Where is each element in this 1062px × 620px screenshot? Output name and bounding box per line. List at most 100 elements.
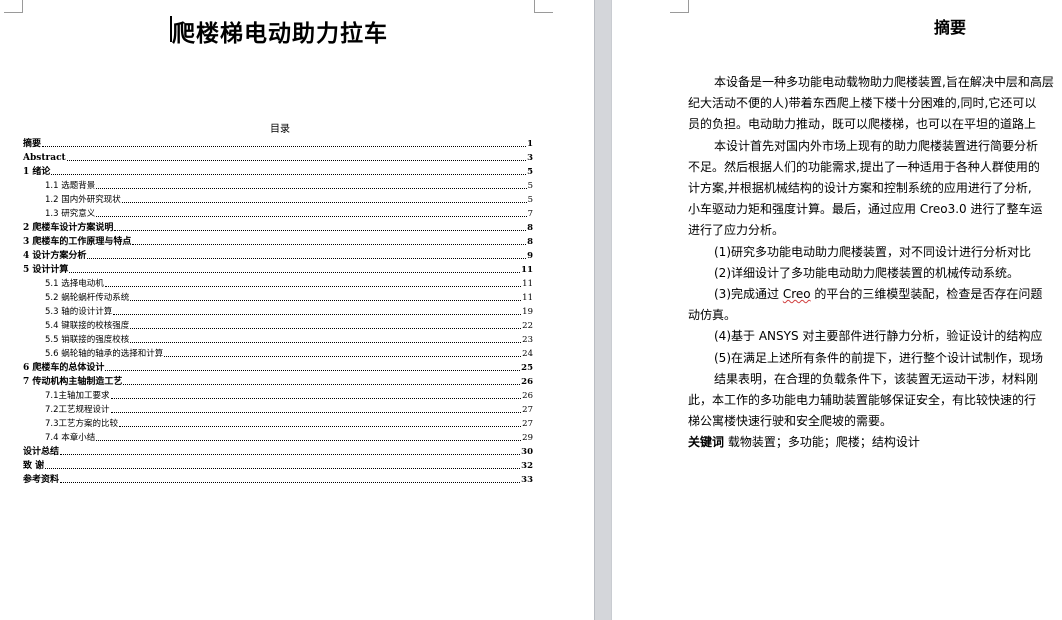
toc-entry[interactable]: 3 爬楼车的工作原理与特点 8 — [23, 235, 533, 249]
toc-entry-page: 32 — [521, 461, 533, 471]
document-title[interactable]: 爬楼梯电动助力拉车 — [0, 14, 560, 48]
toc-entry-page: 24 — [522, 349, 533, 359]
toc-entry-label: 1.3 研究意义 — [45, 209, 96, 219]
toc-entry-label: 2 爬楼车设计方案说明 — [23, 223, 114, 233]
toc-entry-page: 8 — [527, 237, 533, 247]
abstract-line: 梯公寓楼快速行驶和安全爬坡的需要。 — [688, 414, 893, 429]
abstract-line: 小车驱动力矩和强度计算。最后，通过应用 Creo3.0 进行了整车运 — [688, 202, 1043, 217]
toc-entry-page: 26 — [522, 391, 533, 401]
toc-entry[interactable]: 2 爬楼车设计方案说明 8 — [23, 221, 533, 235]
toc-entry-page: 11 — [522, 293, 533, 303]
toc-heading[interactable]: 目录 — [0, 120, 560, 135]
toc-entry[interactable]: 5.3 轴的设计计算 19 — [23, 305, 533, 319]
keywords-value: 载物装置；多功能；爬楼；结构设计 — [727, 435, 920, 450]
toc-entry[interactable]: 5 设计计算 11 — [23, 263, 533, 277]
toc-entry-label: 1.2 国内外研究现状 — [45, 195, 121, 205]
toc-entry-page: 30 — [521, 447, 533, 457]
toc-entry[interactable]: 致 谢 32 — [23, 459, 533, 473]
toc-entry[interactable]: 6 爬楼车的总体设计 25 — [23, 361, 533, 375]
abstract-line: 本设备是一种多功能电动载物助力爬楼装置,旨在解决中层和高层 — [714, 75, 1054, 89]
abstract-line: 员的负担。电动助力推动，既可以爬楼梯，也可以在平坦的道路上 — [688, 117, 1037, 132]
toc-entry[interactable]: 1.2 国内外研究现状 5 — [23, 193, 533, 207]
toc-entry[interactable]: 1 绪论 5 — [23, 165, 533, 179]
abstract-line: 不足。然后根据人们的功能需求,提出了一种适用于各种人群使用的 — [688, 159, 1040, 174]
toc-leader-dots — [60, 482, 521, 483]
abstract-line: (2)详细设计了多功能电动助力爬楼装置的机械传动系统。 — [714, 265, 1020, 280]
toc-entry[interactable]: Abstract 3 — [23, 151, 533, 165]
toc-entry[interactable]: 4 设计方案分析 9 — [23, 249, 533, 263]
toc-entry-label: 7.3工艺方案的比较 — [45, 419, 119, 429]
toc-leader-dots — [164, 356, 522, 357]
toc-entry-page: 7 — [527, 209, 533, 219]
toc-entry-label: 5.3 轴的设计计算 — [45, 307, 113, 317]
abstract-line: 结果表明，在合理的负载条件下，该装置无运动干涉，材料刚 — [714, 371, 1039, 386]
toc-entry-page: 25 — [521, 363, 533, 373]
crop-mark — [4, 0, 23, 13]
page-gutter — [594, 0, 612, 620]
toc-entry[interactable]: 5.5 销联接的强度校核 23 — [23, 333, 533, 347]
toc-entry[interactable]: 7.4 本章小结 29 — [23, 431, 533, 445]
toc-entry-page: 5 — [527, 195, 533, 205]
toc-entry-page: 9 — [527, 251, 533, 261]
toc-entry-label: Abstract — [23, 153, 66, 163]
toc-entry-page: 22 — [522, 321, 533, 331]
toc-entry-label: 5.5 销联接的强度校核 — [45, 335, 130, 345]
toc-entry[interactable]: 7 传动机构主轴制造工艺 26 — [23, 375, 533, 389]
toc-entry[interactable]: 1.1 选题背景 5 — [23, 179, 533, 193]
toc-entry-label: 参考资料 — [23, 475, 60, 485]
toc-leader-dots — [96, 216, 527, 217]
toc-leader-dots — [66, 160, 527, 161]
abstract-line: (1)研究多功能电动助力爬楼装置，对不同设计进行分析对比 — [714, 244, 1032, 259]
toc-entry-label: 7 传动机构主轴制造工艺 — [23, 377, 123, 387]
document-page-1: 爬楼梯电动助力拉车 目录 摘要 1 Abstract 3 1 绪论 5 1.1 选题背景 5 1… — [0, 0, 594, 620]
abstract-line: (3)完成通过 Creo 的平台的三维模型装配，检查是否存在问题 — [688, 284, 1062, 305]
toc-entry[interactable]: 7.3工艺方案的比较 27 — [23, 417, 533, 431]
toc-leader-dots — [60, 454, 521, 455]
toc-entry-page: 19 — [522, 307, 533, 317]
toc-leader-dots — [113, 314, 522, 315]
toc-leader-dots — [132, 244, 527, 245]
toc-entry-page: 3 — [527, 153, 533, 163]
toc-leader-dots — [114, 230, 527, 231]
toc-leader-dots — [123, 384, 521, 385]
abstract-line: 进行了应力分析。 — [688, 223, 785, 238]
toc-entry-label: 7.4 本章小结 — [45, 433, 96, 443]
toc-entry-label: 5.6 蜗轮轴的轴承的选择和计算 — [45, 349, 164, 359]
toc-entry[interactable]: 摘要 1 — [23, 137, 533, 151]
abstract-line: 本设计首先对国内外市场上现有的助力爬楼装置进行简要分析 — [714, 138, 1039, 153]
abstract-title[interactable]: 摘要 — [612, 14, 1062, 38]
toc-entry-page: 33 — [521, 475, 533, 485]
abstract-line: 计方案,并根据机械结构的设计方案和控制系统的应用进行了分析, — [688, 181, 1032, 196]
toc-entry-label: 5.2 蜗轮蜗杆传动系统 — [45, 293, 130, 303]
toc-entry[interactable]: 7.1主轴加工要求 26 — [23, 389, 533, 403]
toc-entry-label: 7.1主轴加工要求 — [45, 391, 110, 401]
toc-leader-dots — [104, 286, 522, 287]
toc-entry[interactable]: 5.1 选择电动机 11 — [23, 277, 533, 291]
crop-mark — [670, 0, 689, 13]
toc-entry-label: 5.4 键联接的校核强度 — [45, 321, 130, 331]
spellcheck-flagged-word[interactable]: Creo — [783, 287, 811, 301]
toc-leader-dots — [110, 398, 522, 399]
toc-leader-dots — [42, 146, 527, 147]
toc-entry[interactable]: 5.6 蜗轮轴的轴承的选择和计算 24 — [23, 347, 533, 361]
toc-entry-page: 11 — [521, 265, 533, 275]
toc-entry-label: 摘要 — [23, 139, 42, 149]
toc-entry-page: 23 — [522, 335, 533, 345]
toc-entry[interactable]: 7.2工艺规程设计 27 — [23, 403, 533, 417]
toc-entry-page: 11 — [522, 279, 533, 289]
toc-leader-dots — [119, 426, 522, 427]
abstract-text: (3)完成通过 — [714, 287, 783, 302]
toc-entry[interactable]: 1.3 研究意义 7 — [23, 207, 533, 221]
abstract-body[interactable]: 本设备是一种多功能电动载物助力爬楼装置,旨在解决中层和高层 纪大活动不便的人)带着… — [688, 72, 1062, 454]
toc-entry[interactable]: 5.4 键联接的校核强度 22 — [23, 319, 533, 333]
toc-entry[interactable]: 参考资料 33 — [23, 473, 533, 487]
toc-entry[interactable]: 设计总结 30 — [23, 445, 533, 459]
toc-leader-dots — [110, 412, 522, 413]
crop-mark — [534, 0, 553, 13]
keywords-line: 关键词 载物装置；多功能；爬楼；结构设计 — [688, 432, 1062, 453]
toc-leader-dots — [96, 188, 527, 189]
toc-entry-page: 26 — [521, 377, 533, 387]
keywords-label: 关键词 — [688, 435, 725, 450]
toc-leader-dots — [130, 342, 522, 343]
toc-entry[interactable]: 5.2 蜗轮蜗杆传动系统 11 — [23, 291, 533, 305]
